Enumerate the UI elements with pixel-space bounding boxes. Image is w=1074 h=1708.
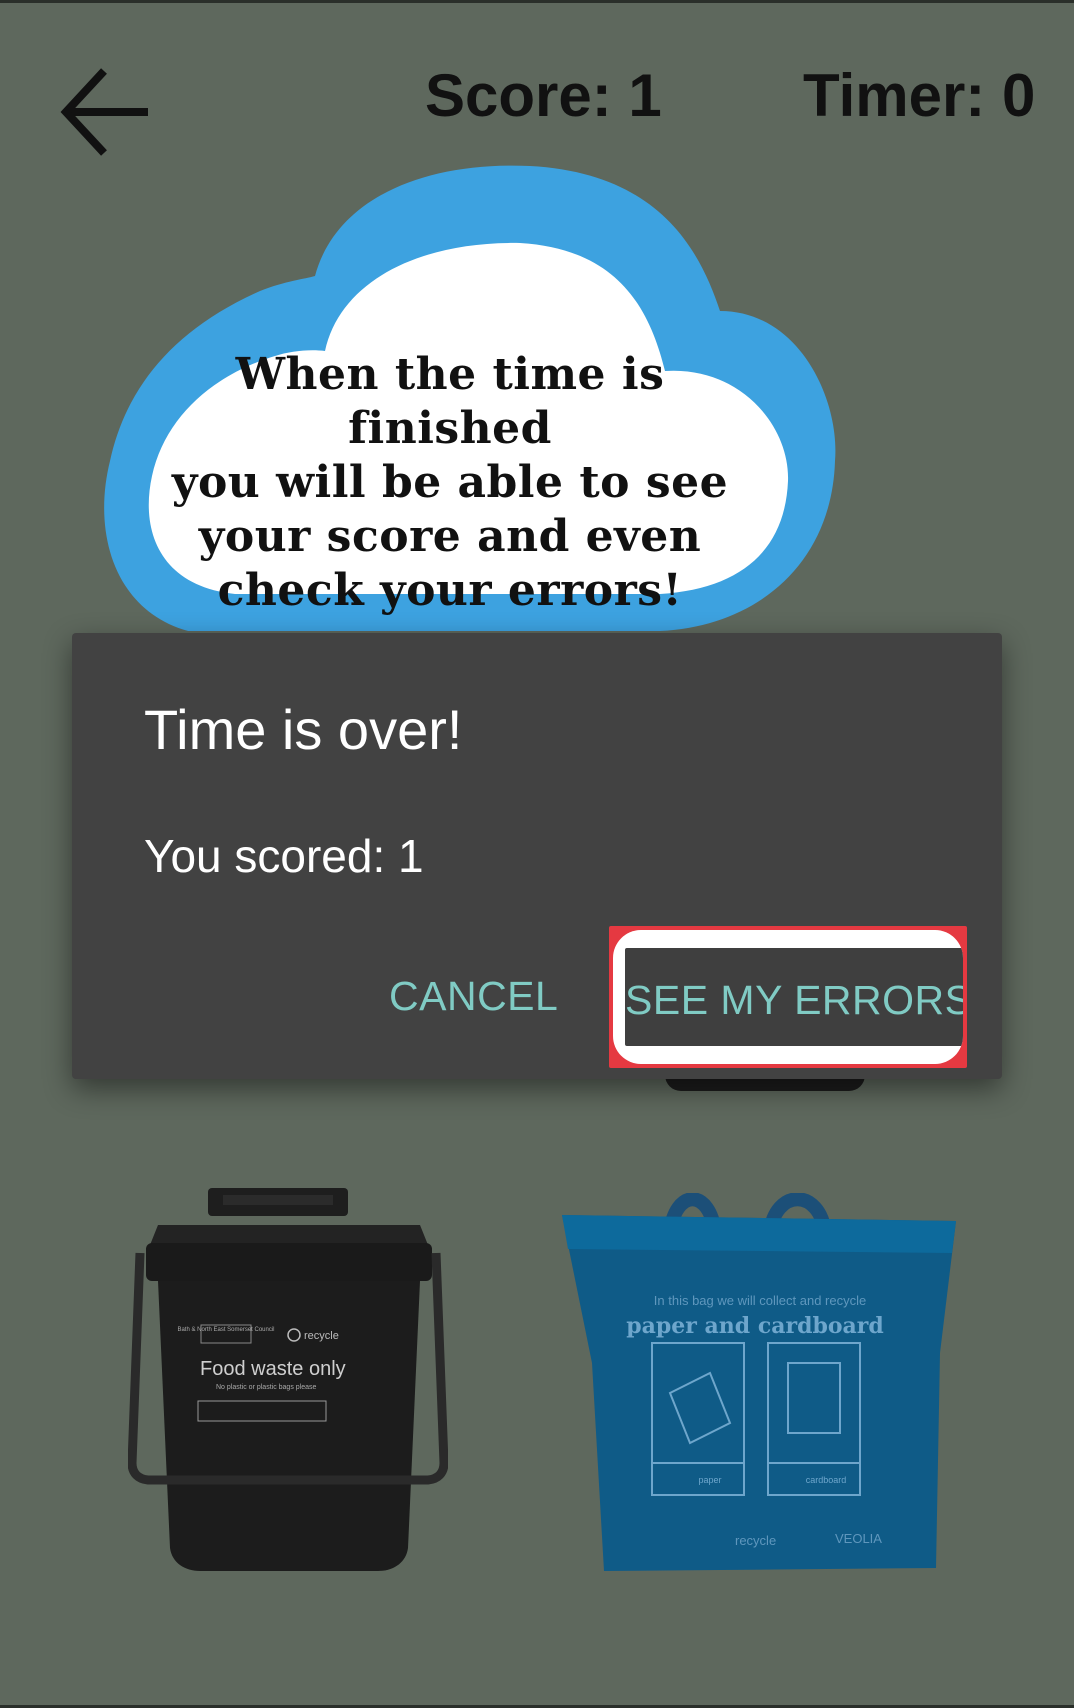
bag-paper-label: paper	[698, 1475, 721, 1485]
bag-label: paper and cardboard	[626, 1313, 883, 1339]
timer-label: Timer: 0	[803, 62, 1036, 129]
tip-line-2: you will be able to see	[171, 457, 729, 508]
cancel-button[interactable]: CANCEL	[389, 973, 558, 1020]
tip-cloud-text: When the time is finished you will be ab…	[140, 348, 760, 618]
bag-recycle-text: recycle	[735, 1533, 776, 1548]
paper-cardboard-bag-image[interactable]: In this bag we will collect and recycle …	[560, 1193, 960, 1593]
see-my-errors-highlight-glow: SEE MY ERRORS	[613, 930, 963, 1064]
bin-food-waste-label: Food waste only	[200, 1358, 346, 1380]
arrow-left-icon	[60, 68, 148, 156]
dialog-title: Time is over!	[144, 698, 463, 761]
bin-sublabel: No plastic or plastic bags please	[216, 1384, 316, 1391]
bin-council-text: Bath & North East Somerset Council	[177, 1327, 274, 1333]
see-my-errors-button[interactable]: SEE MY ERRORS	[609, 926, 967, 1068]
score-label: Score: 1	[425, 62, 662, 129]
bag-intro-text: In this bag we will collect and recycle	[654, 1293, 866, 1308]
tip-line-1: When the time is finished	[235, 349, 665, 454]
game-screen: Score: 1 Timer: 0 When the time is finis…	[0, 0, 1074, 1708]
see-my-errors-label: SEE MY ERRORS	[625, 977, 963, 1023]
bag-veolia-text: VEOLIA	[835, 1531, 882, 1546]
tip-line-4: check your errors!	[217, 565, 683, 616]
dialog-message: You scored: 1	[144, 830, 424, 882]
bag-cardboard-label: cardboard	[806, 1475, 847, 1485]
tip-line-3: your score and even	[198, 511, 702, 562]
time-over-dialog: Time is over! You scored: 1 CANCEL SEE M…	[72, 633, 1002, 1079]
bin-recycle-text: recycle	[304, 1330, 339, 1342]
back-button[interactable]	[58, 65, 158, 160]
food-waste-bin-image[interactable]: Bath & North East Somerset Council recyc…	[128, 1183, 448, 1583]
